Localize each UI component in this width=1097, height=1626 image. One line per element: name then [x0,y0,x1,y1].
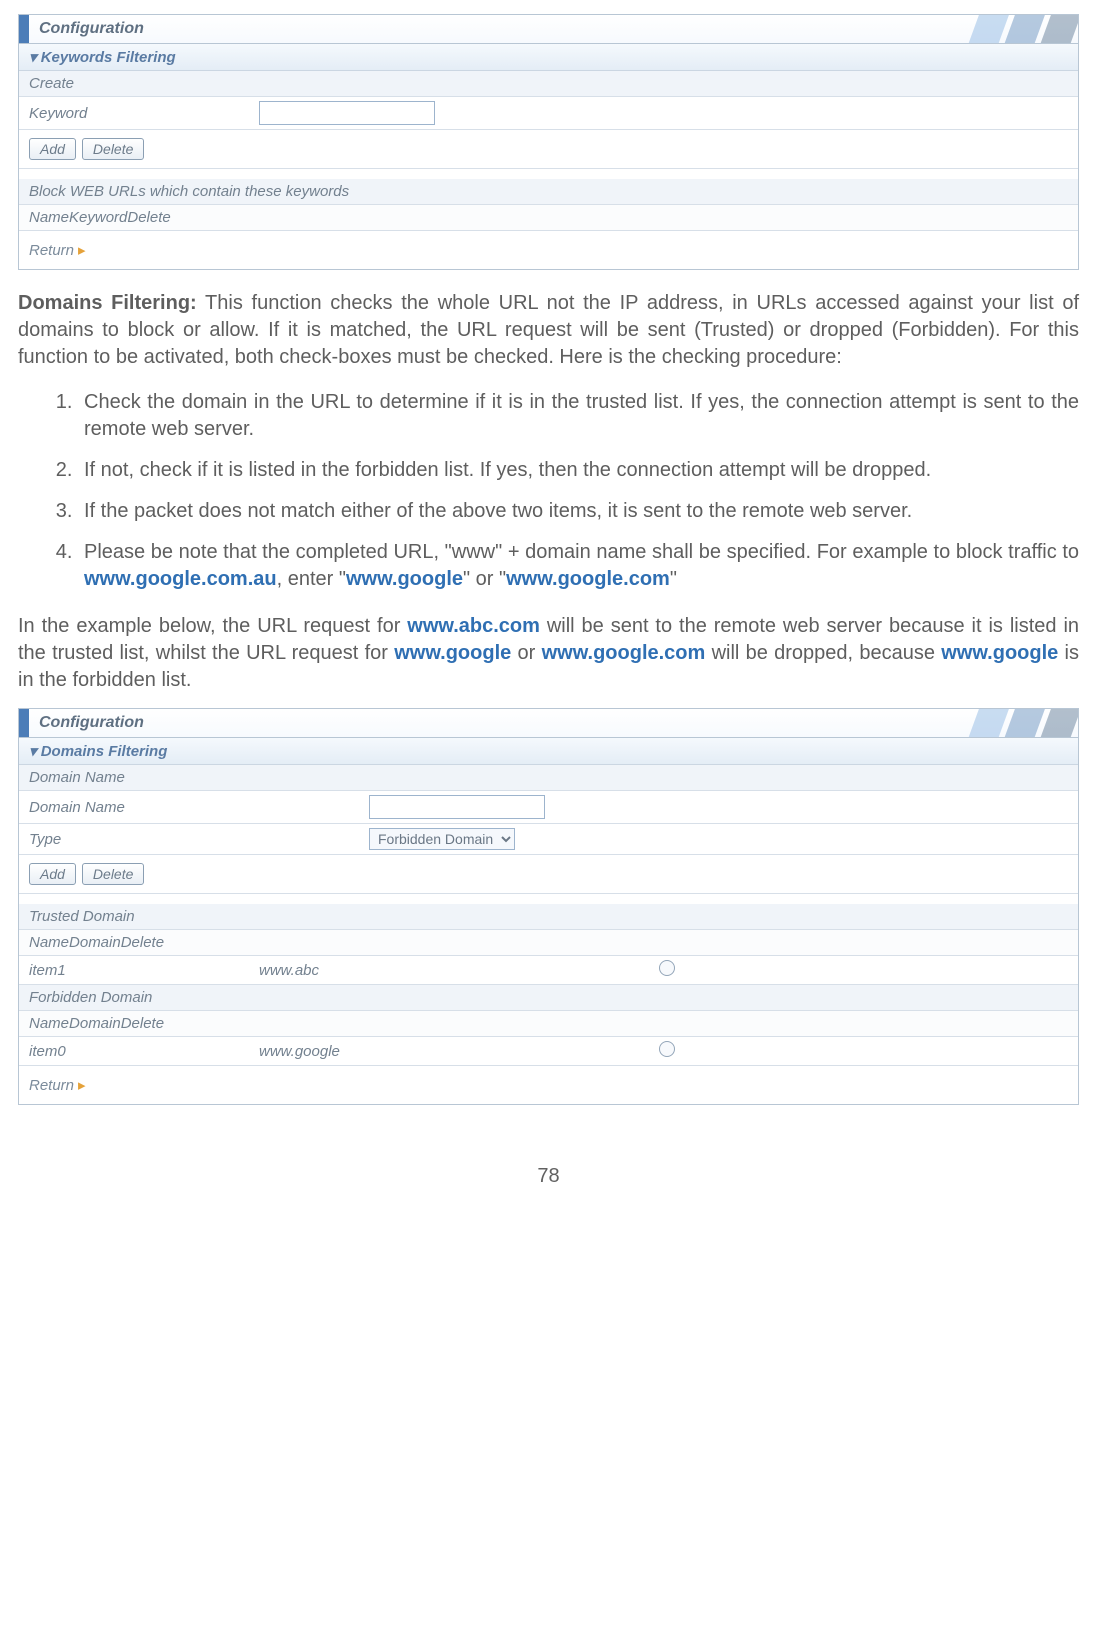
return-link[interactable]: Return▸ [19,1066,1078,1104]
title-stripe [19,15,29,43]
cell-domain: www.google [259,1043,659,1060]
col-delete: Delete [121,1015,164,1032]
return-link[interactable]: Return▸ [19,231,1078,269]
titlebar: Configuration [19,15,1078,44]
col-name: Name [29,934,69,951]
section-header[interactable]: ▾ Domains Filtering [19,738,1078,765]
cell-domain: www.abc [259,962,659,979]
col-domain: Domain [69,1015,121,1032]
create-header: Create [19,71,1078,97]
title-label: Configuration [39,20,144,38]
list-item: Please be note that the completed URL, "… [78,539,1079,593]
trusted-domain-header: Trusted Domain [19,904,1078,930]
add-button[interactable]: Add [29,138,76,160]
keyword-label: Keyword [29,105,259,122]
type-label: Type [29,831,369,848]
titlebar: Configuration [19,709,1078,738]
domains-filtering-paragraph: Domains Filtering: This function checks … [18,290,1079,371]
col-delete: Delete [127,209,170,226]
procedure-list: Check the domain in the URL to determine… [38,389,1079,593]
table-header: Name Keyword Delete [19,205,1078,231]
title-label: Configuration [39,714,144,732]
panel-keywords-filtering: Configuration ▾ Keywords Filtering Creat… [18,14,1079,270]
forbidden-table-row: item0 www.google [19,1037,1078,1066]
add-button[interactable]: Add [29,863,76,885]
arrow-icon: ▸ [78,1077,86,1094]
domain-name-header: Domain Name [19,765,1078,791]
domain-name-label: Domain Name [29,799,369,816]
keyword-row: Keyword [19,97,1078,130]
title-decoration [958,15,1078,43]
block-urls-header: Block WEB URLs which contain these keywo… [19,179,1078,205]
col-name: Name [29,209,69,226]
list-item: If not, check if it is listed in the for… [78,457,1079,484]
section-header[interactable]: ▾ Keywords Filtering [19,44,1078,71]
title-stripe [19,709,29,737]
arrow-icon: ▸ [78,242,86,259]
type-row: Type Forbidden Domain [19,824,1078,855]
delete-radio[interactable] [659,960,675,976]
example-paragraph: In the example below, the URL request fo… [18,613,1079,694]
delete-radio[interactable] [659,1041,675,1057]
trusted-table-header: Name Domain Delete [19,930,1078,956]
col-domain: Domain [69,934,121,951]
list-item: If the packet does not match either of t… [78,498,1079,525]
col-keyword: Keyword [69,209,127,226]
forbidden-domain-header: Forbidden Domain [19,985,1078,1011]
keyword-input[interactable] [259,101,435,125]
list-item: Check the domain in the URL to determine… [78,389,1079,443]
forbidden-table-header: Name Domain Delete [19,1011,1078,1037]
delete-button[interactable]: Delete [82,863,144,885]
cell-name: item1 [29,962,259,979]
paragraph-heading: Domains Filtering: [18,292,197,314]
col-name: Name [29,1015,69,1032]
button-row: Add Delete [19,855,1078,894]
cell-name: item0 [29,1043,259,1060]
panel-domains-filtering: Configuration ▾ Domains Filtering Domain… [18,708,1079,1105]
domain-name-input[interactable] [369,795,545,819]
page-number: 78 [0,1165,1097,1188]
trusted-table-row: item1 www.abc [19,956,1078,985]
delete-button[interactable]: Delete [82,138,144,160]
button-row: Add Delete [19,130,1078,169]
col-delete: Delete [121,934,164,951]
title-decoration [958,709,1078,737]
domain-name-row: Domain Name [19,791,1078,824]
type-select[interactable]: Forbidden Domain [369,828,515,850]
